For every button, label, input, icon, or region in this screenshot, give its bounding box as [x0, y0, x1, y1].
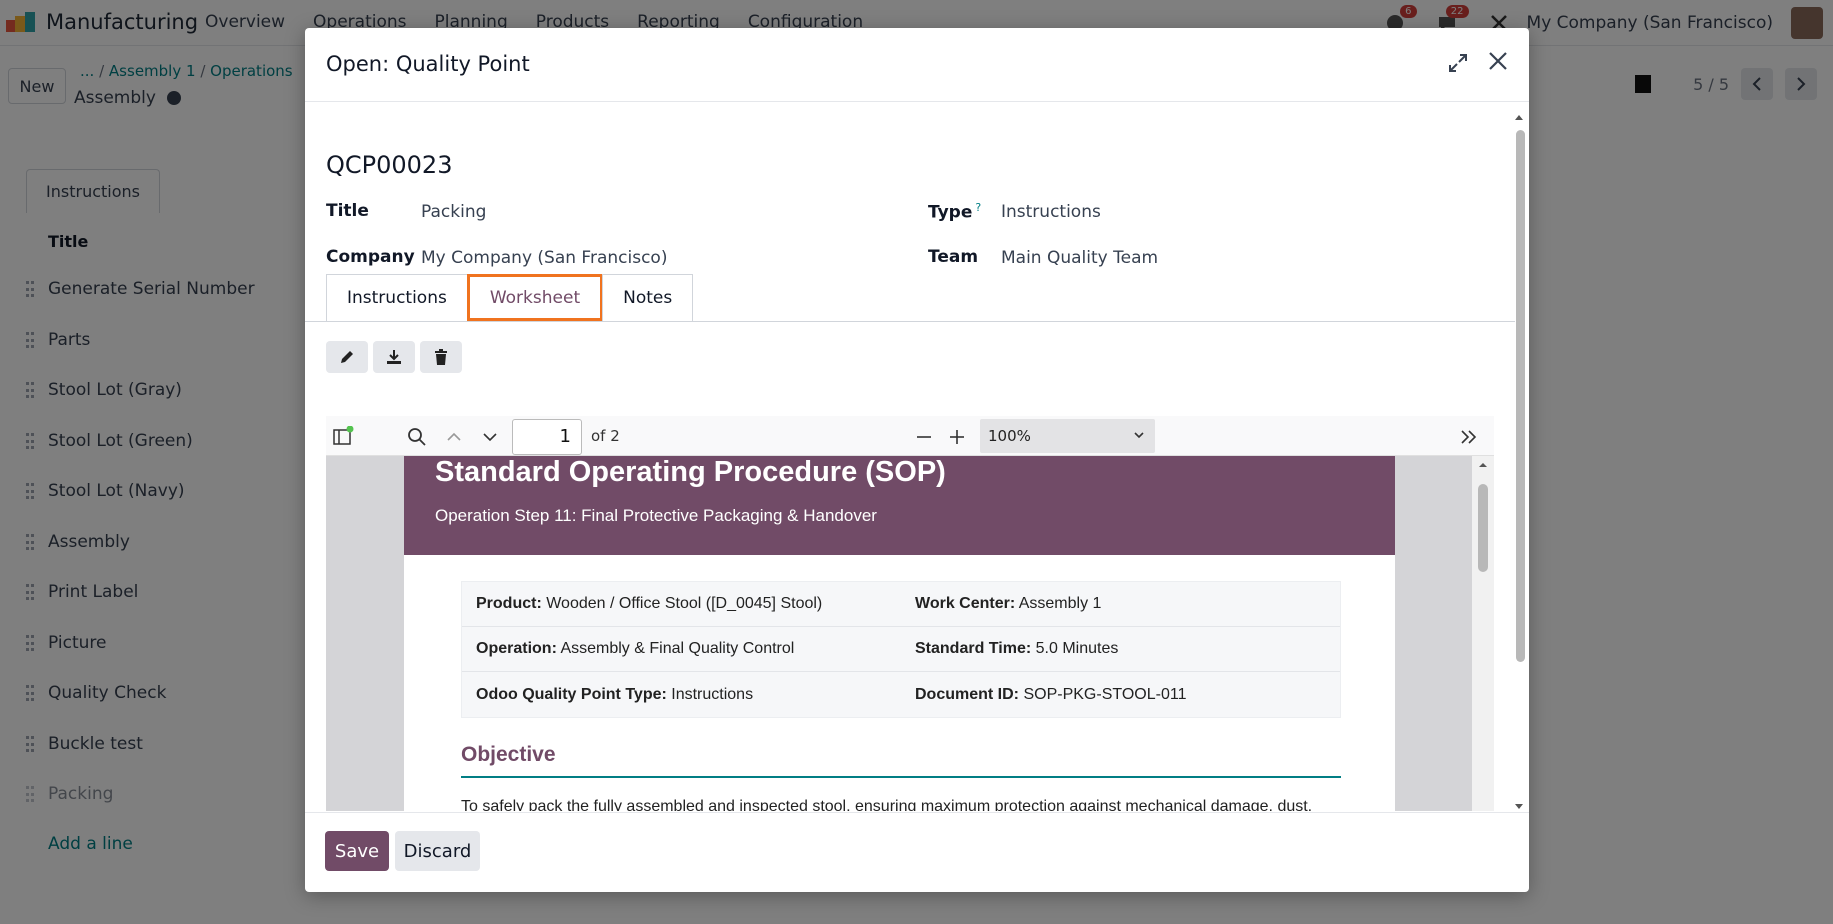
info-value: Assembly & Final Quality Control	[560, 640, 795, 657]
dialog-header: Open: Quality Point	[305, 28, 1529, 102]
info-key: Odoo Quality Point Type:	[476, 685, 667, 703]
zoom-select[interactable]: 100%	[980, 419, 1155, 453]
type-help-icon[interactable]: ?	[975, 201, 981, 214]
type-label-text: Type	[928, 202, 973, 223]
pdf-page: Standard Operating Procedure (SOP) Opera…	[404, 456, 1395, 811]
info-cell: Standard Time: 5.0 Minutes	[901, 640, 1340, 658]
title-field[interactable]: Packing	[421, 202, 486, 222]
trash-icon	[435, 349, 447, 365]
dialog-title: Open: Quality Point	[326, 52, 530, 76]
chevron-down-icon	[1134, 432, 1144, 439]
info-cell: Work Center: Assembly 1	[901, 595, 1340, 613]
edit-button[interactable]	[326, 341, 368, 373]
table-row: Odoo Quality Point Type: Instructions Do…	[462, 672, 1340, 717]
table-row: Product: Wooden / Office Stool ([D_0045]…	[462, 582, 1340, 627]
double-chevron-right-icon[interactable]	[1458, 426, 1480, 448]
info-key: Work Center:	[915, 595, 1016, 612]
notebook-tabs: Instructions Worksheet Notes	[326, 274, 694, 321]
info-cell: Product: Wooden / Office Stool ([D_0045]…	[462, 595, 901, 613]
page-number-input[interactable]: 1	[512, 419, 582, 455]
team-label: Team	[928, 247, 979, 267]
info-key: Document ID:	[915, 685, 1019, 703]
dialog-footer: Save Discard	[305, 812, 1529, 892]
zoom-value: 100%	[988, 427, 1031, 445]
sop-subtitle: Operation Step 11: Final Protective Pack…	[435, 506, 877, 525]
team-field[interactable]: Main Quality Team	[1001, 248, 1158, 268]
tab-instructions[interactable]: Instructions	[326, 274, 468, 321]
zoom-out-icon[interactable]	[913, 426, 935, 448]
pdf-toolbar: 1 of 2 100%	[326, 416, 1494, 456]
dialog-scrollbar[interactable]	[1513, 110, 1525, 810]
zoom-in-icon[interactable]	[946, 426, 968, 448]
title-label: Title	[326, 201, 369, 221]
close-icon[interactable]	[1485, 48, 1511, 74]
expand-icon[interactable]	[1447, 52, 1469, 74]
pdf-scrollbar[interactable]	[1472, 456, 1494, 811]
info-cell: Odoo Quality Point Type: Instructions	[462, 686, 901, 704]
pencil-icon	[341, 351, 353, 363]
objective-text: To safely pack the fully assembled and i…	[461, 798, 1313, 811]
type-field[interactable]: Instructions	[1001, 202, 1101, 222]
chevron-down-icon[interactable]	[479, 426, 501, 448]
objective-heading: Objective	[461, 743, 556, 766]
objective-underline	[461, 776, 1341, 778]
page-count: of 2	[591, 427, 620, 445]
sop-banner: Standard Operating Procedure (SOP) Opera…	[404, 456, 1395, 555]
company-field[interactable]: My Company (San Francisco)	[421, 248, 667, 268]
scroll-down-icon[interactable]	[1513, 802, 1525, 812]
dialog-body: QCP00023 Title Packing Company My Compan…	[305, 103, 1515, 811]
record-name: QCP00023	[326, 151, 453, 179]
dialog-scrollbar-thumb[interactable]	[1516, 130, 1525, 662]
tab-worksheet[interactable]: Worksheet	[466, 274, 604, 321]
scroll-up-icon[interactable]	[1472, 458, 1494, 472]
sop-info-table: Product: Wooden / Office Stool ([D_0045]…	[461, 581, 1341, 718]
company-label: Company	[326, 247, 415, 267]
info-cell: Document ID: SOP-PKG-STOOL-011	[901, 686, 1340, 704]
tab-notes[interactable]: Notes	[602, 274, 694, 321]
pdf-scrollbar-thumb[interactable]	[1478, 484, 1488, 572]
info-value: Assembly 1	[1018, 595, 1102, 612]
search-icon[interactable]	[406, 426, 428, 448]
info-key: Standard Time:	[915, 640, 1032, 657]
download-icon	[387, 350, 401, 364]
info-value: SOP-PKG-STOOL-011	[1023, 685, 1187, 703]
info-cell: Operation: Assembly & Final Quality Cont…	[462, 640, 901, 658]
delete-button[interactable]	[420, 341, 462, 373]
info-key: Product:	[476, 595, 542, 612]
download-button[interactable]	[373, 341, 415, 373]
sidebar-toggle-icon[interactable]	[332, 426, 354, 448]
info-key: Operation:	[476, 640, 557, 657]
info-value: 5.0 Minutes	[1035, 640, 1119, 657]
discard-button[interactable]: Discard	[395, 831, 480, 871]
tabs-divider	[305, 321, 1515, 322]
sop-title: Standard Operating Procedure (SOP)	[435, 456, 946, 488]
info-value: Instructions	[671, 685, 754, 703]
save-button[interactable]: Save	[325, 831, 389, 871]
type-label: Type?	[928, 201, 981, 223]
quality-point-dialog: Open: Quality Point QCP00023 Title Packi…	[305, 28, 1529, 892]
chevron-up-icon[interactable]	[443, 426, 465, 448]
scroll-up-icon[interactable]	[1513, 112, 1525, 122]
table-row: Operation: Assembly & Final Quality Cont…	[462, 627, 1340, 672]
pdf-viewer[interactable]: Standard Operating Procedure (SOP) Opera…	[326, 456, 1472, 811]
info-value: Wooden / Office Stool ([D_0045] Stool)	[546, 595, 823, 612]
